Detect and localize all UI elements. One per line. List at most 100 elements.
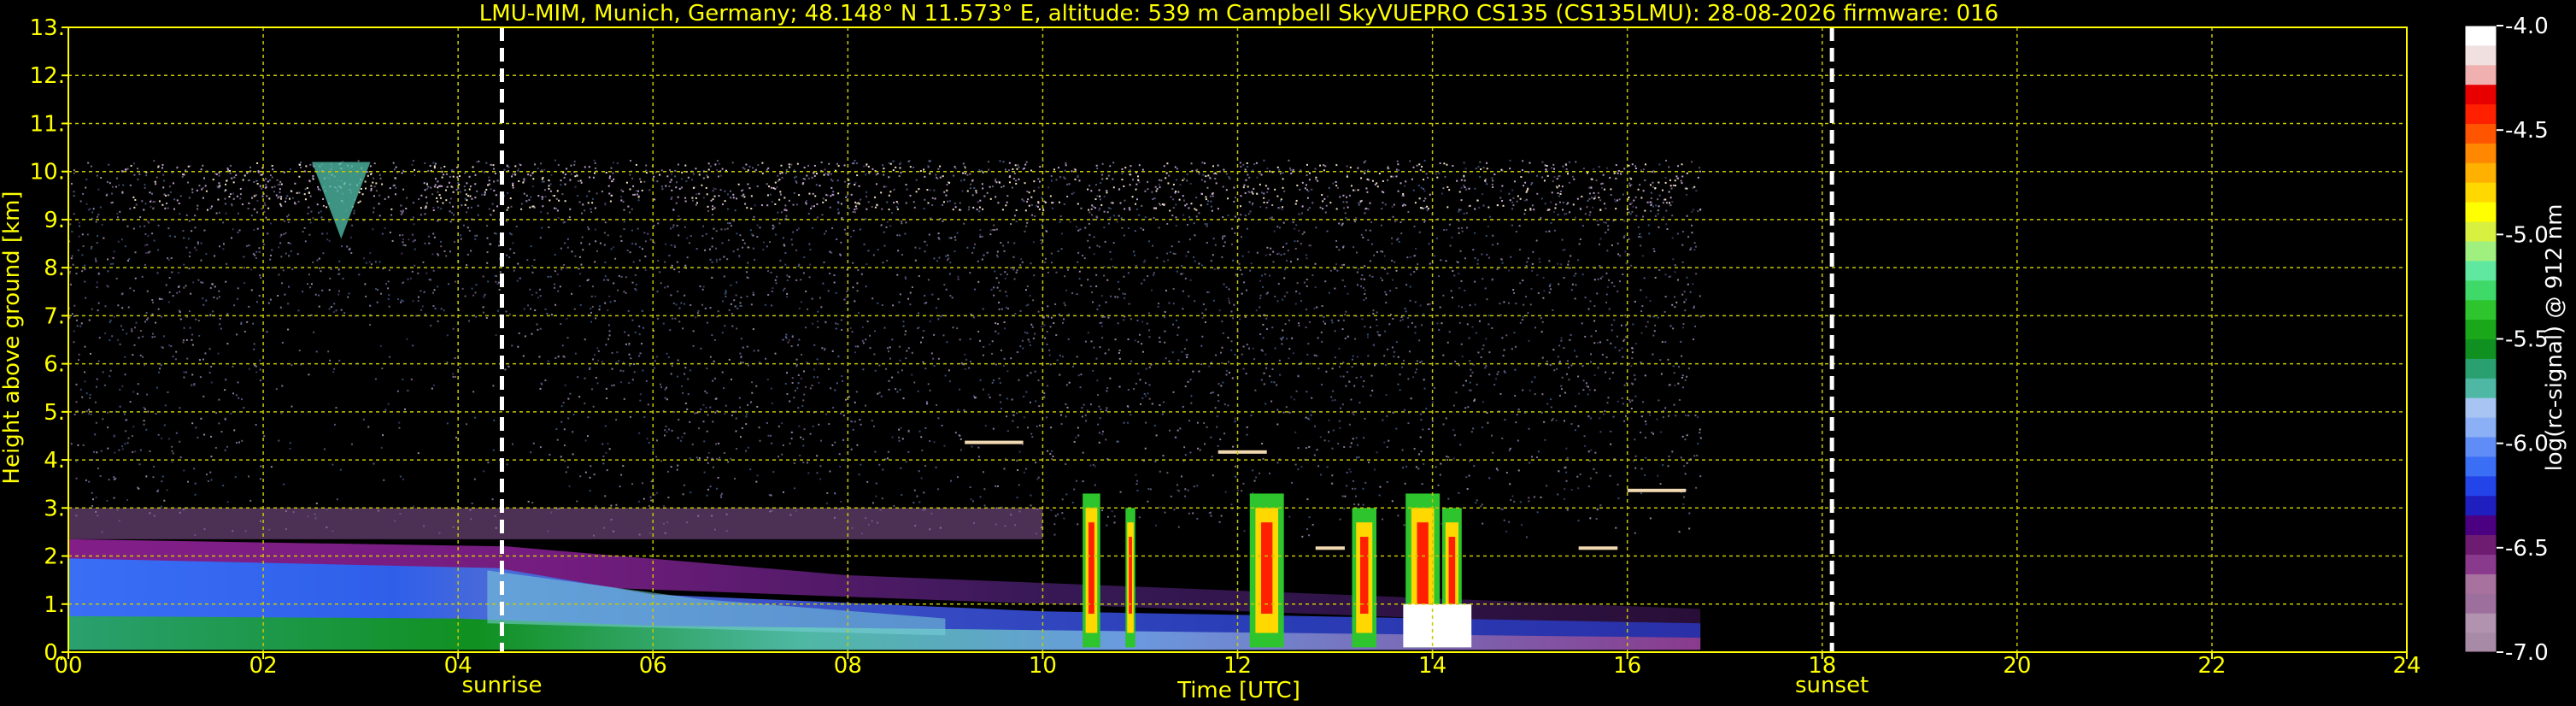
noise-speckle xyxy=(1346,371,1348,374)
noise-speckle xyxy=(643,232,646,234)
noise-speckle xyxy=(796,387,799,390)
noise-speckle xyxy=(860,463,862,466)
noise-speckle xyxy=(1372,309,1375,312)
noise-speckle xyxy=(1617,497,1620,500)
noise-speckle xyxy=(881,303,883,306)
noise-speckle xyxy=(1599,199,1602,202)
noise-speckle xyxy=(531,265,534,268)
noise-speckle xyxy=(638,246,641,249)
noise-speckle xyxy=(133,174,136,176)
noise-speckle xyxy=(171,271,173,274)
noise-speckle xyxy=(87,209,90,211)
noise-speckle xyxy=(304,188,307,191)
noise-speckle xyxy=(882,262,884,264)
noise-speckle xyxy=(1401,366,1404,368)
noise-speckle xyxy=(1640,468,1643,470)
noise-speckle xyxy=(800,436,802,438)
noise-speckle xyxy=(402,244,405,246)
noise-speckle xyxy=(776,218,778,221)
noise-speckle xyxy=(848,396,850,398)
noise-speckle xyxy=(1047,305,1049,308)
noise-speckle xyxy=(1298,324,1300,327)
noise-speckle xyxy=(1308,534,1311,537)
noise-speckle xyxy=(1265,292,1268,295)
noise-speckle xyxy=(94,433,97,436)
noise-speckle xyxy=(1059,215,1062,217)
noise-speckle xyxy=(1187,380,1189,383)
noise-speckle xyxy=(197,320,200,322)
noise-speckle xyxy=(543,180,545,183)
noise-speckle xyxy=(1353,246,1355,249)
noise-speckle xyxy=(73,413,76,415)
noise-speckle xyxy=(1300,243,1302,245)
noise-speckle xyxy=(1436,322,1439,325)
noise-speckle xyxy=(1173,509,1176,511)
noise-speckle xyxy=(121,292,124,295)
noise-speckle xyxy=(836,179,839,182)
noise-speckle xyxy=(725,290,727,292)
noise-speckle xyxy=(568,485,571,487)
noise-speckle xyxy=(1002,364,1005,367)
noise-speckle xyxy=(907,161,910,163)
noise-speckle xyxy=(1171,351,1174,354)
noise-speckle xyxy=(1306,209,1309,211)
noise-speckle xyxy=(1594,451,1597,454)
noise-speckle xyxy=(1537,364,1540,367)
noise-speckle xyxy=(1522,315,1524,318)
noise-speckle xyxy=(1623,420,1626,422)
noise-speckle xyxy=(492,449,495,451)
noise-speckle xyxy=(229,164,232,167)
noise-speckle xyxy=(1677,177,1680,179)
noise-speckle xyxy=(1376,331,1379,333)
noise-speckle xyxy=(308,233,311,236)
noise-speckle xyxy=(191,374,194,376)
noise-speckle xyxy=(672,224,675,227)
noise-speckle xyxy=(1678,531,1681,533)
noise-speckle xyxy=(820,306,823,309)
noise-speckle xyxy=(1299,188,1301,191)
noise-speckle xyxy=(671,173,673,175)
noise-speckle xyxy=(1134,339,1136,342)
noise-speckle xyxy=(584,377,586,379)
noise-speckle xyxy=(1069,221,1071,223)
noise-speckle xyxy=(930,352,933,355)
noise-speckle xyxy=(1664,341,1667,344)
noise-speckle xyxy=(772,471,775,474)
noise-speckle xyxy=(1037,379,1040,382)
noise-speckle xyxy=(255,371,258,374)
noise-speckle xyxy=(1174,253,1177,256)
noise-speckle xyxy=(179,318,182,321)
noise-speckle xyxy=(336,498,338,501)
noise-speckle xyxy=(784,382,787,385)
noise-speckle xyxy=(450,168,453,171)
noise-speckle xyxy=(73,341,75,344)
noise-speckle xyxy=(956,327,959,330)
noise-speckle xyxy=(606,469,608,472)
noise-speckle xyxy=(1068,183,1071,185)
noise-speckle xyxy=(470,250,472,252)
noise-speckle xyxy=(309,163,312,166)
noise-speckle xyxy=(874,369,877,372)
noise-speckle xyxy=(1131,196,1134,198)
noise-speckle xyxy=(1201,312,1204,315)
noise-speckle xyxy=(255,365,257,368)
noise-speckle xyxy=(267,232,269,235)
noise-speckle xyxy=(1046,331,1048,333)
noise-speckle xyxy=(1597,223,1599,226)
noise-speckle xyxy=(875,482,877,485)
noise-speckle xyxy=(157,371,160,374)
noise-speckle xyxy=(791,244,794,246)
noise-speckle xyxy=(1206,223,1208,226)
noise-speckle xyxy=(987,161,989,163)
noise-speckle xyxy=(712,466,714,468)
noise-speckle xyxy=(126,168,129,170)
noise-speckle xyxy=(849,327,852,329)
noise-speckle xyxy=(750,303,753,306)
noise-speckle xyxy=(893,504,895,507)
noise-speckle xyxy=(1461,230,1464,232)
noise-speckle xyxy=(1050,262,1053,264)
noise-speckle xyxy=(607,338,610,340)
noise-speckle xyxy=(803,256,806,258)
noise-speckle xyxy=(1114,296,1117,298)
noise-speckle xyxy=(655,456,658,458)
